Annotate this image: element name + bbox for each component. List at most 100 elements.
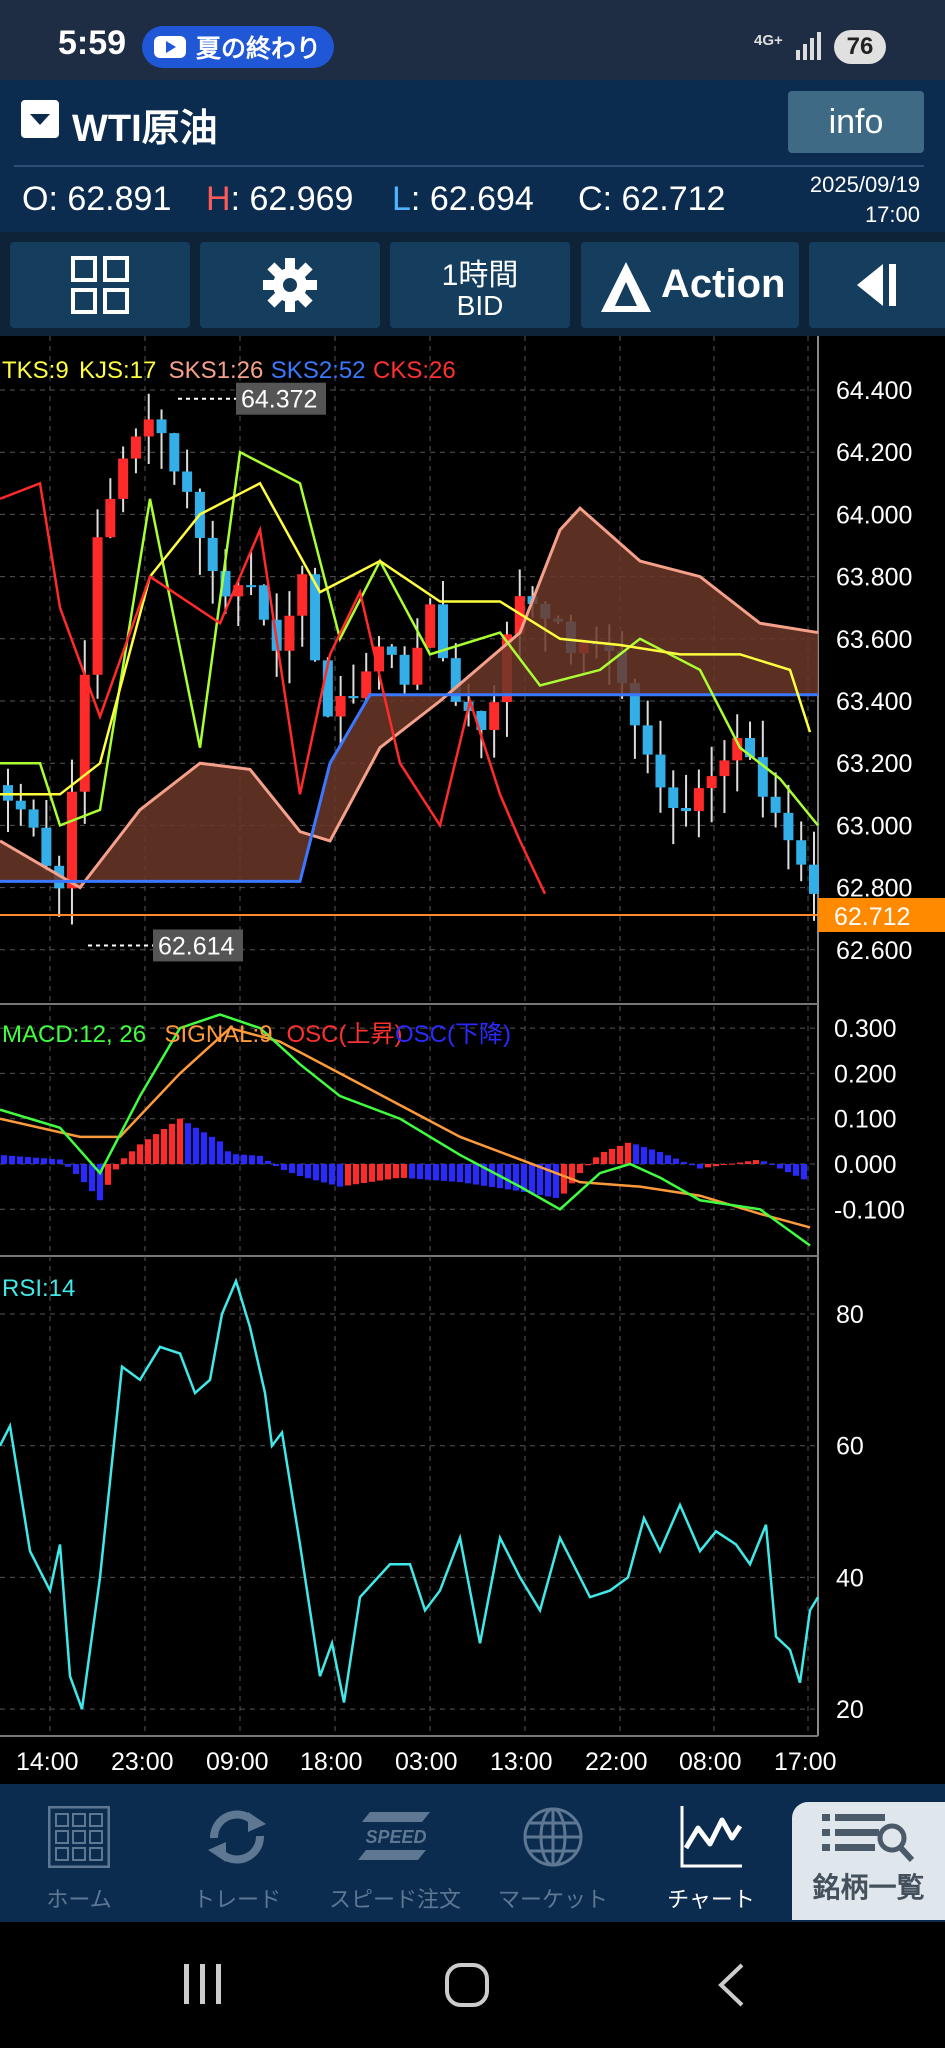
macd-histogram-bar xyxy=(337,1164,343,1187)
info-button[interactable]: info xyxy=(788,91,924,153)
indicator-legend-macd: OSC(上昇) xyxy=(287,1021,403,1048)
nav-trade[interactable]: トレード xyxy=(158,1790,316,1916)
candle-body xyxy=(297,574,308,616)
symbol-name[interactable]: WTI原油 xyxy=(72,97,218,152)
candle-body xyxy=(642,725,653,755)
macd-histogram-bar xyxy=(745,1161,751,1164)
update-date: 2025/09/19 xyxy=(809,172,920,197)
macd-histogram-bar xyxy=(369,1164,375,1182)
macd-histogram-bar xyxy=(641,1147,647,1164)
macd-histogram-bar xyxy=(761,1161,767,1164)
candle-body xyxy=(284,615,295,651)
macd-histogram-bar xyxy=(801,1164,807,1180)
notification-text: 夏の終わり xyxy=(196,35,322,63)
macd-histogram-bar xyxy=(777,1164,783,1169)
macd-histogram-bar xyxy=(665,1155,671,1164)
rsi-axis-tick: 20 xyxy=(836,1696,864,1724)
ohlc-close: C: 62.712 xyxy=(578,180,726,218)
macd-histogram-bar xyxy=(281,1164,287,1171)
macd-histogram-bar xyxy=(1,1155,7,1164)
collapse-panel-button[interactable] xyxy=(809,242,945,328)
macd-histogram-bar xyxy=(113,1164,119,1170)
macd-histogram-bar xyxy=(393,1164,399,1179)
indicator-legend-macd: OSC(下降) xyxy=(395,1021,511,1048)
candle-body xyxy=(425,604,436,648)
macd-histogram-bar xyxy=(161,1128,167,1164)
time-tick: 17:00 xyxy=(774,1748,837,1776)
macd-histogram-bar xyxy=(305,1164,311,1179)
macd-line xyxy=(0,1013,811,1247)
macd-histogram-bar xyxy=(81,1164,87,1183)
ohlc-key: C xyxy=(578,180,603,218)
time-tick: 08:00 xyxy=(679,1748,742,1776)
macd-histogram-bar xyxy=(577,1164,583,1174)
macd-histogram-bar xyxy=(457,1164,463,1183)
action-button[interactable]: Action xyxy=(581,242,799,328)
candle-body xyxy=(130,436,141,459)
layout-grid-button[interactable] xyxy=(10,242,190,328)
nav-chart[interactable]: チャート xyxy=(632,1790,790,1916)
list-search-icon xyxy=(822,1814,914,1862)
macd-histogram-bar xyxy=(193,1127,199,1164)
symbol-dropdown-icon[interactable] xyxy=(21,100,59,138)
macd-histogram-bar xyxy=(793,1164,799,1176)
macd-histogram-bar xyxy=(729,1163,735,1165)
macd-histogram-bar xyxy=(121,1158,127,1164)
macd-histogram-bar xyxy=(153,1134,159,1164)
candle-body xyxy=(28,809,39,828)
macd-histogram-bar xyxy=(57,1159,63,1164)
ohlc-value: 62.712 xyxy=(621,180,726,218)
indicator-legend-ichimoku: KJS:17 xyxy=(79,357,156,384)
ohlc-key: H xyxy=(206,180,231,218)
timeframe-button[interactable]: 1時間 BID xyxy=(390,242,570,328)
speed-order-icon: SPEED xyxy=(358,1812,430,1860)
candle-body xyxy=(348,696,359,699)
candle-body xyxy=(169,433,180,472)
macd-histogram-bar xyxy=(129,1151,135,1164)
rsi-line xyxy=(0,1277,820,1710)
macd-histogram-bar xyxy=(601,1151,607,1164)
nav-home[interactable]: ホーム xyxy=(0,1790,158,1916)
macd-histogram-bar xyxy=(705,1164,711,1168)
macd-histogram-bar xyxy=(273,1164,279,1166)
settings-button[interactable] xyxy=(200,242,380,328)
macd-histogram-bar xyxy=(473,1164,479,1185)
high-marker-label: 64.372 xyxy=(241,386,317,414)
macd-axis-tick: 0.300 xyxy=(834,1015,897,1043)
nav-symbol-list[interactable]: 銘柄一覧 xyxy=(792,1802,945,1920)
signal-icon xyxy=(796,32,821,60)
action-label: Action xyxy=(661,262,786,306)
macd-histogram-bar xyxy=(649,1149,655,1164)
candle-body xyxy=(770,796,781,813)
price-axis-tick: 63.000 xyxy=(836,812,912,840)
nav-speed-order[interactable]: SPEED スピード注文 xyxy=(316,1790,474,1916)
macd-histogram-bar xyxy=(65,1164,71,1167)
macd-histogram-bar xyxy=(433,1164,439,1181)
macd-histogram-bar xyxy=(257,1155,263,1164)
macd-histogram-bar xyxy=(289,1164,295,1174)
ohlc-low: L: 62.694 xyxy=(392,180,534,218)
back-icon[interactable] xyxy=(716,1962,746,2008)
macd-histogram-bar xyxy=(633,1144,639,1164)
system-navigation-bar xyxy=(0,1922,945,2048)
indicator-legend-ichimoku: SKS1:26 xyxy=(169,357,264,384)
price-axis-tick: 63.800 xyxy=(836,564,912,592)
chart-area[interactable]: 64.400 64.200 64.000 63.800 63.600 63.400 63.2… xyxy=(0,336,945,1778)
macd-histogram-bar xyxy=(585,1164,591,1166)
macd-histogram-bar xyxy=(625,1142,631,1164)
nav-label: トレード xyxy=(192,1887,281,1912)
price-axis-tick: 63.200 xyxy=(836,750,912,778)
macd-histogram-bar xyxy=(441,1164,447,1181)
price-axis-tick: 63.600 xyxy=(836,626,912,654)
macd-histogram-bar xyxy=(233,1154,239,1164)
indicator-legend-ichimoku: TKS:9 xyxy=(2,357,69,384)
youtube-notification-pill[interactable]: 夏の終わり xyxy=(142,26,334,68)
candle-body xyxy=(693,788,704,812)
candle-body xyxy=(489,702,500,730)
recent-apps-icon[interactable] xyxy=(182,1962,224,2006)
home-icon[interactable] xyxy=(444,1962,490,2008)
macd-histogram-bar xyxy=(49,1158,55,1164)
nav-market[interactable]: マーケット xyxy=(474,1790,632,1916)
nav-label: スピード注文 xyxy=(328,1887,461,1912)
macd-histogram-bar xyxy=(241,1154,247,1164)
